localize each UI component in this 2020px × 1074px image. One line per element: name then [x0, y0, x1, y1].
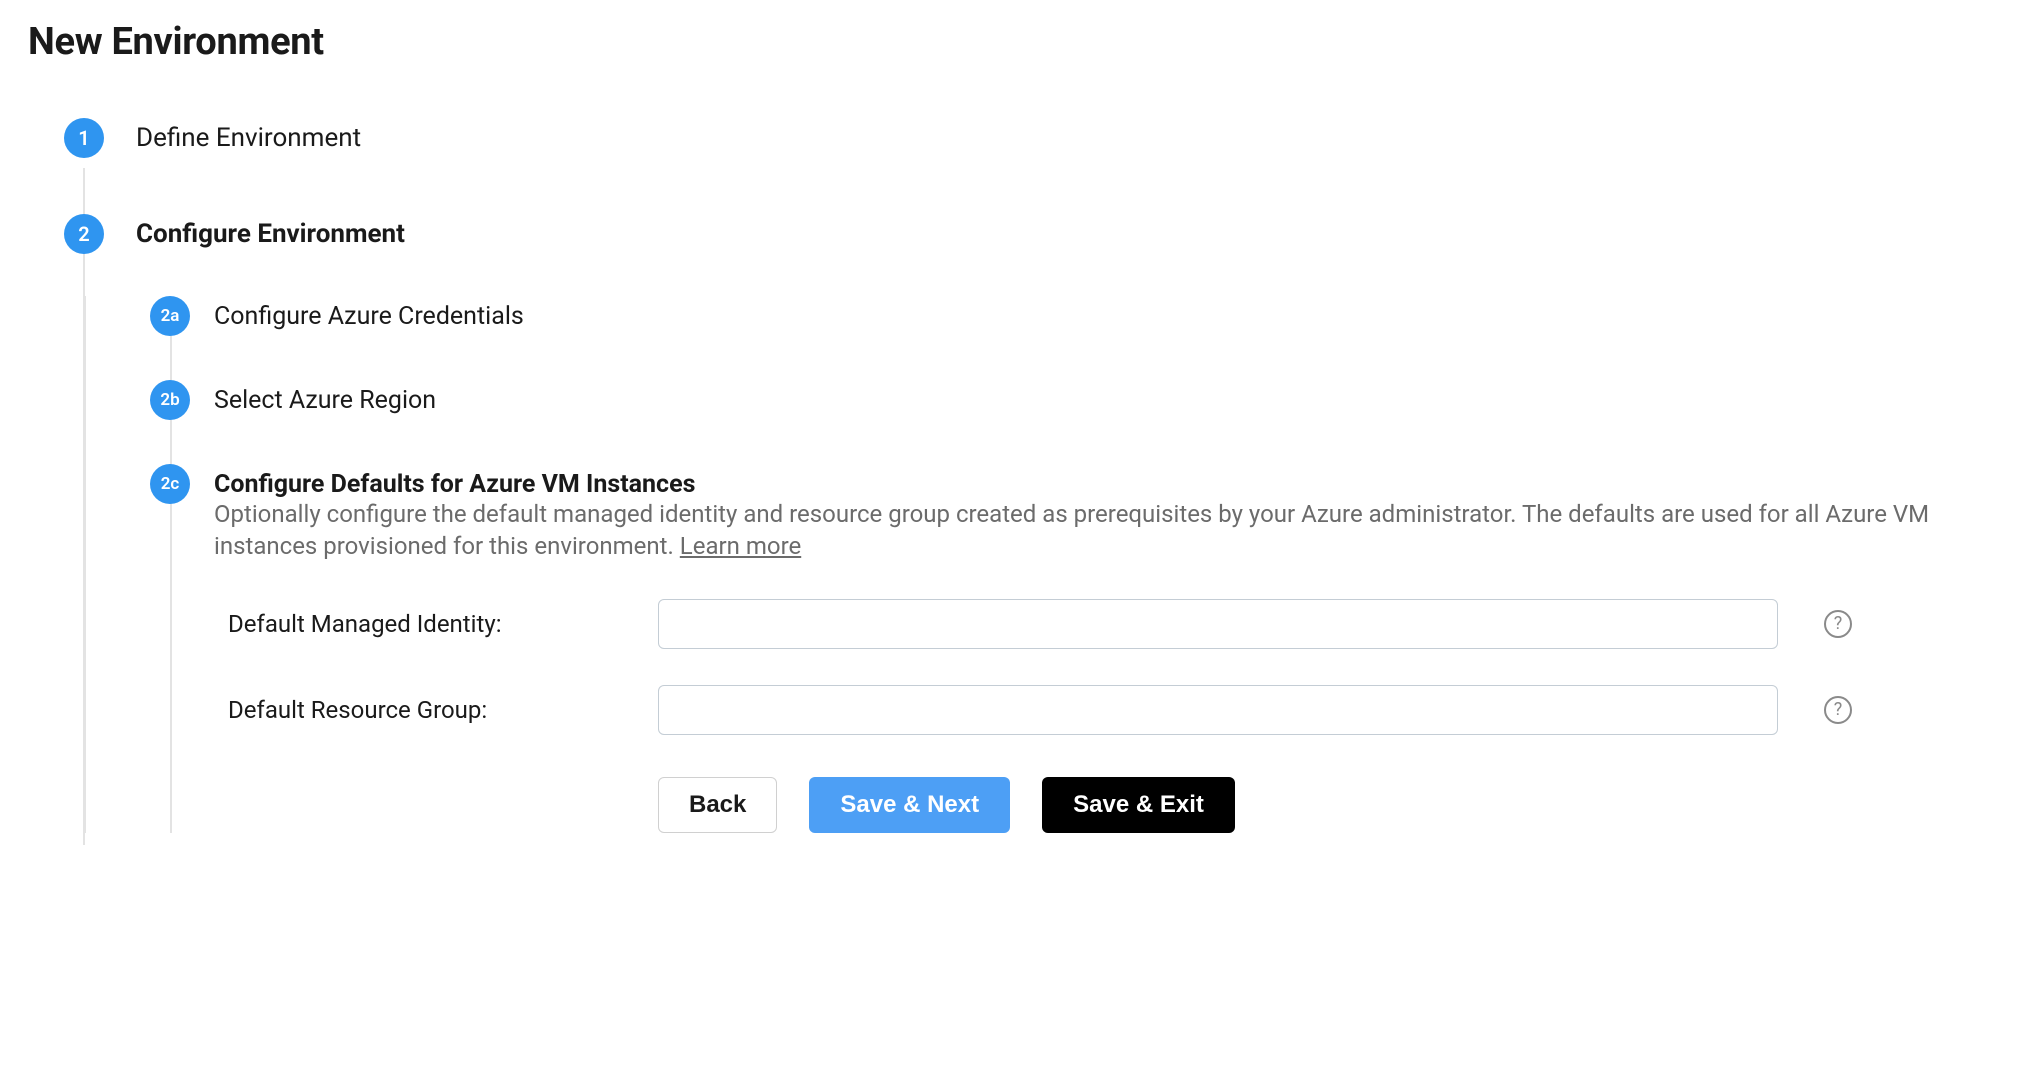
- save-next-button[interactable]: Save & Next: [809, 777, 1010, 833]
- page-title: New Environment: [28, 20, 1992, 64]
- step-configure-environment[interactable]: 2 Configure Environment: [64, 208, 1992, 260]
- substep-configure-azure-credentials[interactable]: 2a Configure Azure Credentials: [150, 296, 1948, 336]
- page-root: New Environment 1 Define Environment 2 C…: [0, 0, 2020, 913]
- substep-badge-2b: 2b: [150, 380, 190, 420]
- substep-configure-defaults[interactable]: 2c Configure Defaults for Azure VM Insta…: [150, 464, 1948, 504]
- input-default-resource-group[interactable]: [658, 685, 1778, 735]
- wizard-steps: 1 Define Environment 2 Configure Environ…: [28, 112, 1992, 833]
- row-default-managed-identity: Default Managed Identity: ?: [228, 599, 1974, 649]
- input-default-managed-identity[interactable]: [658, 599, 1778, 649]
- step-define-environment[interactable]: 1 Define Environment: [64, 112, 1992, 164]
- label-default-resource-group: Default Resource Group:: [228, 696, 658, 724]
- step-label-1: Define Environment: [136, 123, 361, 153]
- save-exit-button[interactable]: Save & Exit: [1042, 777, 1235, 833]
- substep-select-azure-region[interactable]: 2b Select Azure Region: [150, 380, 1948, 420]
- substep-badge-2a: 2a: [150, 296, 190, 336]
- wizard-button-row: Back Save & Next Save & Exit: [658, 777, 1974, 833]
- substep-2c-content: Optionally configure the default managed…: [194, 498, 1974, 833]
- label-default-managed-identity: Default Managed Identity:: [228, 610, 658, 638]
- substep-label-2a: Configure Azure Credentials: [214, 302, 524, 331]
- substep-label-2b: Select Azure Region: [214, 386, 436, 415]
- learn-more-link[interactable]: Learn more: [680, 532, 801, 560]
- step-badge-1: 1: [64, 118, 104, 158]
- step-label-2: Configure Environment: [136, 219, 405, 249]
- substep-label-2c: Configure Defaults for Azure VM Instance…: [214, 470, 695, 499]
- help-icon[interactable]: ?: [1824, 610, 1852, 638]
- row-default-resource-group: Default Resource Group: ?: [228, 685, 1974, 735]
- step-badge-2: 2: [64, 214, 104, 254]
- help-icon[interactable]: ?: [1824, 696, 1852, 724]
- description-text: Optionally configure the default managed…: [214, 500, 1929, 560]
- substep-badge-2c: 2c: [150, 464, 190, 504]
- substep-2c-description: Optionally configure the default managed…: [214, 498, 1974, 563]
- substeps-container: 2a Configure Azure Credentials 2b Select…: [84, 296, 1992, 833]
- back-button[interactable]: Back: [658, 777, 777, 833]
